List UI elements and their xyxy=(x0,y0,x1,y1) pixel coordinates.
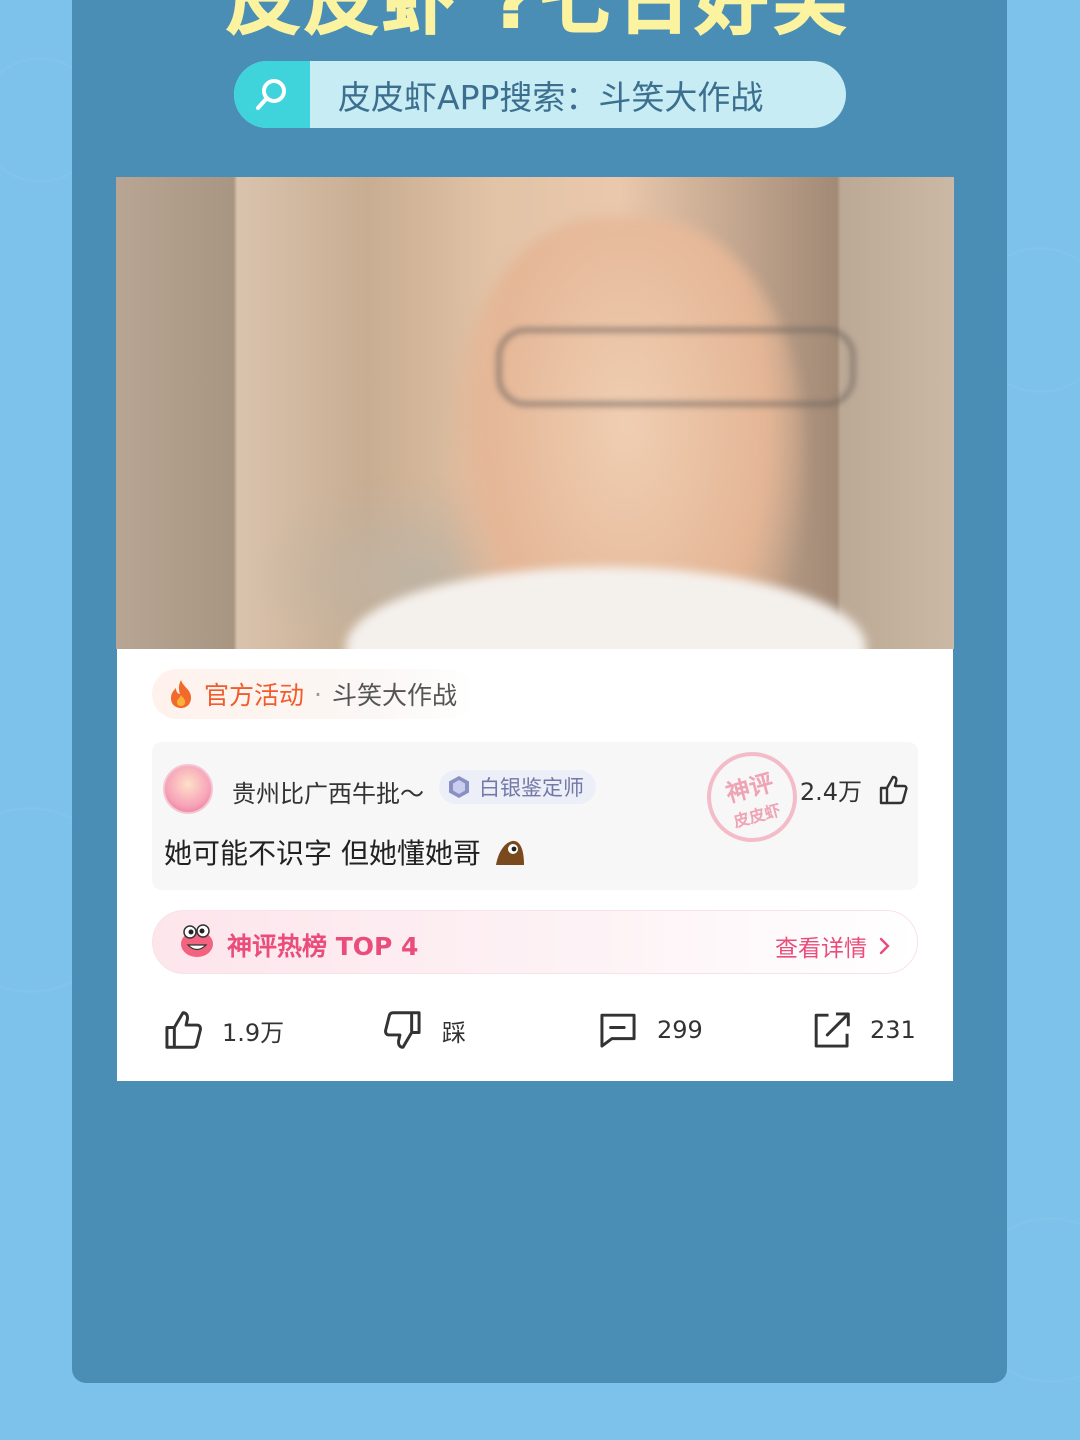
comment-like-button[interactable]: 2.4万 xyxy=(800,772,910,807)
laugh-emoji-icon xyxy=(495,840,524,865)
comment-count: 299 xyxy=(657,1016,703,1044)
thumb-down-icon xyxy=(384,1011,421,1049)
user-badge: 白银鉴定师 xyxy=(439,770,596,804)
avatar[interactable] xyxy=(163,764,213,814)
comment-text-content: 她可能不识字 但她懂她哥 xyxy=(164,837,481,870)
share-count: 231 xyxy=(870,1016,916,1044)
post-card: 官方活动 · 斗笑大作战 贵州比广西牛批～ 白银鉴定师 神评 皮皮虾 2.4万 … xyxy=(117,649,953,1081)
comment-icon xyxy=(600,1013,636,1048)
search-icon xyxy=(256,78,286,110)
dislike-button[interactable]: 踩 xyxy=(382,1004,466,1056)
comment-username[interactable]: 贵州比广西牛批～ xyxy=(232,774,424,809)
thumb-up-icon xyxy=(165,1011,202,1049)
like-count: 1.9万 xyxy=(222,1018,285,1047)
view-details-label: 查看详情 xyxy=(775,936,867,962)
comment-like-count: 2.4万 xyxy=(799,778,862,806)
action-bar: 1.9万 踩 299 231 xyxy=(117,1004,953,1056)
hot-rank-title: 神评热榜 TOP 4 xyxy=(227,932,419,961)
activity-name: 斗笑大作战 xyxy=(331,681,457,710)
god-comment-stamp: 神评 皮皮虾 xyxy=(696,741,808,853)
hot-rank-bar[interactable]: 神评热榜 TOP 4 查看详情 xyxy=(152,910,918,974)
search-banner-text: 皮皮虾APP搜索：斗笑大作战 xyxy=(338,77,764,117)
activity-tag[interactable]: 官方活动 · 斗笑大作战 xyxy=(152,669,475,719)
share-icon xyxy=(814,1012,850,1048)
god-comment[interactable]: 贵州比广西牛批～ 白银鉴定师 神评 皮皮虾 2.4万 她可能不识字 但她懂她哥 xyxy=(152,741,918,890)
comment-text: 她可能不识字 但她懂她哥 xyxy=(164,832,526,872)
search-button[interactable] xyxy=(234,61,310,128)
chevron-right-icon xyxy=(879,937,890,955)
user-badge-label: 白银鉴定师 xyxy=(479,776,584,800)
fire-icon xyxy=(171,680,192,708)
like-button[interactable]: 1.9万 xyxy=(162,1004,284,1056)
thumb-up-icon xyxy=(879,775,908,804)
dislike-label: 踩 xyxy=(442,1018,466,1047)
laugh-face-icon xyxy=(181,924,213,957)
activity-tag-label: 官方活动 xyxy=(204,681,305,710)
view-details-link[interactable]: 查看详情 xyxy=(775,929,895,963)
video-player[interactable] xyxy=(116,177,954,649)
comment-button[interactable]: 299 xyxy=(597,1004,703,1056)
banner-headline: 皮皮虾 ?七日好笑 xyxy=(226,0,852,44)
share-button[interactable]: 231 xyxy=(810,1004,916,1056)
badge-icon xyxy=(449,776,469,798)
activity-separator: · xyxy=(314,679,322,709)
search-banner[interactable]: 皮皮虾APP搜索：斗笑大作战 xyxy=(234,61,846,128)
video-frame-glasses xyxy=(496,327,856,407)
